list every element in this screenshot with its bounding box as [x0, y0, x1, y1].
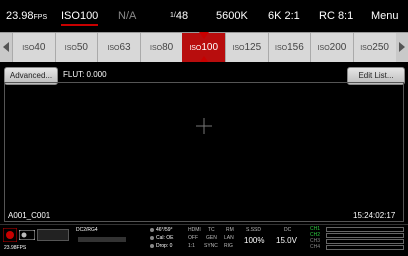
iso-value: 156	[287, 42, 304, 53]
iso-prefix: ISO	[317, 45, 330, 52]
ssd-label: S.SSD	[246, 227, 262, 233]
angle-value: 46°/59°	[156, 227, 173, 233]
iso-option-80[interactable]: ISO80	[139, 33, 183, 62]
iso-value: 50	[76, 42, 88, 53]
iso-value: 80	[162, 42, 174, 53]
scroll-left-button[interactable]	[0, 33, 12, 62]
iso-option-100[interactable]: ISO100	[182, 32, 225, 63]
channel-label: CH4	[310, 244, 321, 250]
iso-option-63[interactable]: ISO63	[97, 33, 140, 62]
iso-option-50[interactable]: ISO50	[54, 33, 98, 62]
channel-meter	[326, 239, 404, 244]
selection-marker-icon	[198, 32, 209, 39]
iso-option-125[interactable]: ISO125	[225, 33, 268, 62]
status-dot	[150, 227, 154, 232]
ratio-value: 1:1	[188, 243, 195, 249]
clip-name: A001_C001	[8, 211, 51, 220]
rm-value: LAN	[224, 235, 234, 241]
rig-value: RIG	[224, 243, 233, 249]
drop-value: Drop: 0	[156, 243, 173, 249]
iso-option-40[interactable]: ISO40	[12, 33, 55, 62]
tc-value: GEN	[206, 235, 217, 241]
iso-prefix: ISO	[360, 45, 373, 52]
iso-selector-strip: ISO40 ISO50 ISO63 ISO80 ISO100 ISO125 ISO156 IS…	[0, 32, 408, 63]
iso-prefix: ISO	[64, 45, 77, 52]
clip-thumbnail[interactable]	[37, 229, 69, 241]
iso-prefix: ISO	[189, 45, 202, 52]
sync-value: SYNC	[204, 243, 218, 249]
rm-label: RM	[226, 227, 234, 233]
iso-value: 125	[244, 42, 262, 53]
resolution-display[interactable]: 6K 2:1	[268, 6, 300, 26]
fps-small: 23.98FPS	[4, 245, 27, 251]
fps-display[interactable]: 23.98FPS	[6, 6, 47, 26]
hdmi-label: HDMI	[188, 227, 201, 233]
na-display[interactable]: N/A	[118, 6, 136, 26]
fps-value: 23.98	[6, 10, 34, 22]
cal-value: Cal: OE	[156, 235, 174, 241]
chevron-right-icon	[399, 42, 405, 52]
timecode[interactable]: 15:24:02:17	[353, 211, 395, 220]
iso-value: 200	[329, 42, 347, 53]
iso-prefix: ISO	[22, 45, 35, 52]
camera-icon	[19, 230, 35, 240]
dc-label: DC	[284, 227, 292, 233]
iso-option-156[interactable]: ISO156	[267, 33, 311, 62]
record-icon	[3, 228, 17, 242]
top-status-bar: 23.98FPS ISO100 N/A 1/48 5600K 6K 2:1 RC…	[0, 0, 408, 32]
iso-display[interactable]: ISO100	[61, 6, 99, 26]
iso-value: 100	[201, 42, 219, 53]
channel-meter	[326, 233, 404, 238]
white-balance-display[interactable]: 5600K	[216, 6, 248, 26]
iso-value: 40	[34, 42, 46, 53]
iso-prefix: ISO	[275, 45, 288, 52]
tc-label: TC	[208, 227, 215, 233]
status-dot	[150, 235, 154, 240]
image-frame	[4, 82, 404, 222]
flut-readout: FLUT: 0.000	[63, 70, 107, 79]
iso-prefix: ISO	[232, 45, 245, 52]
channel-meter	[326, 245, 404, 250]
status-dot	[150, 243, 154, 248]
hdmi-value: OFF	[188, 235, 198, 241]
chevron-left-icon	[3, 42, 9, 52]
menu-button[interactable]: Menu	[371, 6, 399, 26]
shutter-display[interactable]: 1/48	[170, 6, 188, 26]
shutter-value: 48	[175, 10, 189, 22]
iso-value: 250	[372, 42, 389, 53]
audio-meter	[78, 237, 126, 242]
angle-readout: 46°/59°	[150, 227, 173, 234]
cal-readout: Cal: OE	[150, 235, 174, 242]
drop-readout: Drop: 0	[150, 243, 172, 250]
iso-prefix: ISO	[150, 45, 163, 52]
iso-value: 63	[119, 42, 131, 53]
dc-value[interactable]: 15.0V	[276, 236, 297, 245]
scroll-right-button[interactable]	[396, 33, 408, 62]
channel-meter	[326, 227, 404, 232]
fps-unit: FPS	[33, 14, 48, 21]
iso-option-250[interactable]: ISO250	[352, 33, 396, 62]
iso-prefix: ISO	[107, 45, 120, 52]
crosshair-icon	[196, 118, 212, 134]
ssd-value[interactable]: 100%	[244, 236, 264, 245]
iso-option-200[interactable]: ISO200	[310, 33, 353, 62]
codec-label: DC2/RG4	[76, 227, 98, 233]
bottom-status-bar: 23.98FPS DC2/RG4 46°/59° Cal: OE Drop: 0…	[0, 224, 408, 256]
compression-display[interactable]: RC 8:1	[319, 6, 353, 26]
